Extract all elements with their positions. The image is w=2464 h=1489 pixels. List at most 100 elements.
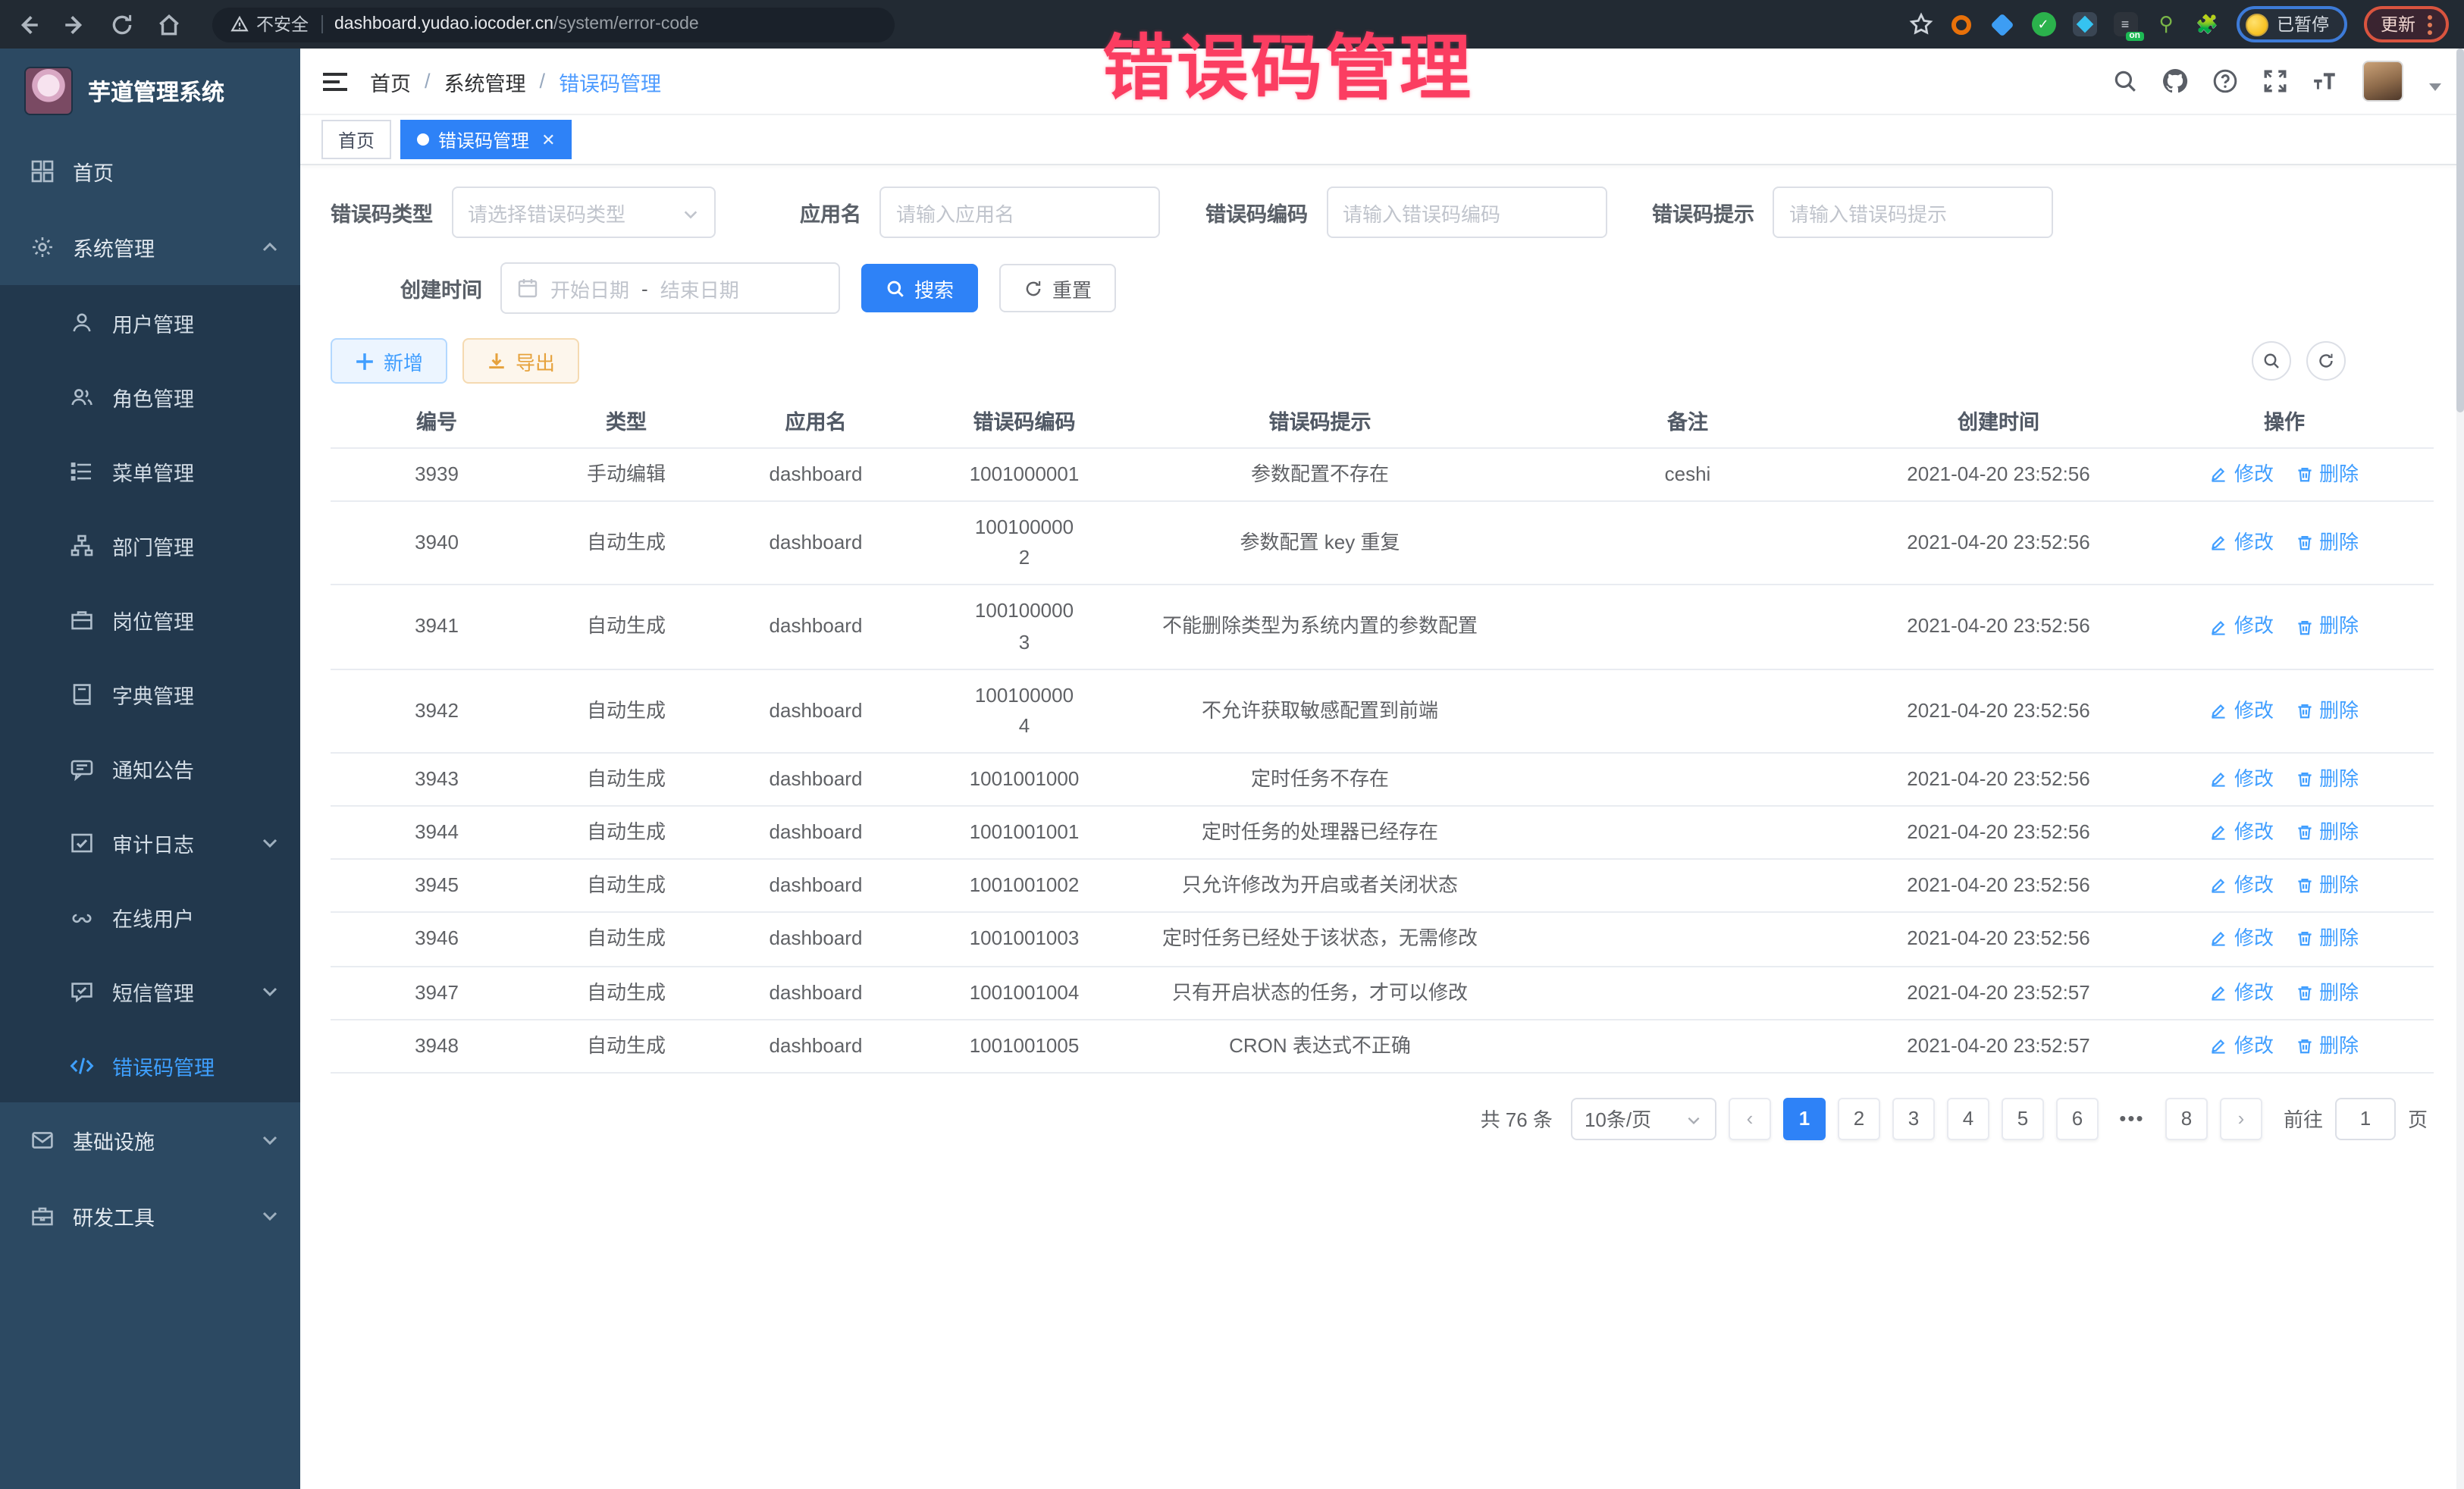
error-hint-input[interactable]: 请输入错误码提示 xyxy=(1773,187,2053,238)
table-row[interactable]: 3940自动生成dashboard100100000 2参数配置 key 重复2… xyxy=(331,502,2434,586)
table-row[interactable]: 3941自动生成dashboard100100000 3不能删除类型为系统内置的… xyxy=(331,586,2434,670)
sidebar-item-6[interactable]: 岗位管理 xyxy=(0,582,300,657)
table-row[interactable]: 3939手动编辑dashboard1001000001参数配置不存在ceshi2… xyxy=(331,449,2434,502)
tag-error-code[interactable]: 错误码管理 ✕ xyxy=(400,120,572,159)
breadcrumb-system[interactable]: 系统管理 xyxy=(444,66,526,96)
edit-link[interactable]: 修改 xyxy=(2210,764,2274,795)
home-icon[interactable] xyxy=(156,11,182,37)
sidebar-item-14[interactable]: 研发工具 xyxy=(0,1178,300,1254)
reload-icon[interactable] xyxy=(109,11,135,37)
sidebar-item-1[interactable]: 系统管理 xyxy=(0,209,300,285)
orange-ring-extension-icon[interactable] xyxy=(1949,12,1973,36)
sidebar-item-7[interactable]: 字典管理 xyxy=(0,657,300,731)
page-button-2[interactable]: 2 xyxy=(1838,1098,1880,1140)
table-row[interactable]: 3943自动生成dashboard1001001000定时任务不存在2021-0… xyxy=(331,754,2434,807)
sidebar-item-4[interactable]: 菜单管理 xyxy=(0,434,300,508)
date-start-input[interactable]: 开始日期 xyxy=(550,274,629,303)
table-row[interactable]: 3942自动生成dashboard100100000 4不允许获取敏感配置到前端… xyxy=(331,669,2434,754)
date-end-input[interactable]: 结束日期 xyxy=(660,274,739,303)
refresh-table-button[interactable] xyxy=(2306,341,2346,381)
browser-profile-badge[interactable]: 已暂停 xyxy=(2236,6,2347,42)
delete-link[interactable]: 删除 xyxy=(2295,612,2359,642)
tag-close-icon[interactable]: ✕ xyxy=(541,130,555,149)
green-circle-extension-icon[interactable]: ✓ xyxy=(2031,12,2055,36)
sidebar-item-0[interactable]: 首页 xyxy=(0,133,300,209)
app-logo-row[interactable]: 芋道管理系统 xyxy=(0,49,300,133)
scrollbar[interactable] xyxy=(2456,49,2464,1489)
table-row[interactable]: 3948自动生成dashboard1001001005CRON 表达式不正确20… xyxy=(331,1020,2434,1073)
page-button-6[interactable]: 6 xyxy=(2056,1098,2099,1140)
sidebar-item-12[interactable]: 错误码管理 xyxy=(0,1028,300,1102)
date-range-picker[interactable]: 开始日期 - 结束日期 xyxy=(500,262,840,314)
sidebar-item-2[interactable]: 用户管理 xyxy=(0,285,300,359)
prev-page-button[interactable]: ‹ xyxy=(1729,1098,1771,1140)
edit-link[interactable]: 修改 xyxy=(2210,871,2274,901)
sidebar-item-13[interactable]: 基础设施 xyxy=(0,1102,300,1178)
page-size-select[interactable]: 10条/页 xyxy=(1571,1098,1716,1140)
show-search-toggle-button[interactable] xyxy=(2252,341,2291,381)
page-button-8[interactable]: 8 xyxy=(2165,1098,2208,1140)
edit-link[interactable]: 修改 xyxy=(2210,977,2274,1008)
sidebar-item-8[interactable]: 通知公告 xyxy=(0,731,300,805)
browser-update-button[interactable]: 更新 xyxy=(2364,6,2449,42)
delete-link[interactable]: 删除 xyxy=(2295,977,2359,1008)
user-avatar[interactable] xyxy=(2362,61,2403,102)
github-icon[interactable] xyxy=(2162,68,2188,94)
search-button[interactable]: 搜索 xyxy=(861,264,978,312)
next-page-button[interactable]: › xyxy=(2220,1098,2262,1140)
table-row[interactable]: 3945自动生成dashboard1001001002只允许修改为开启或者关闭状… xyxy=(331,860,2434,914)
table-row[interactable]: 3946自动生成dashboard1001001003定时任务已经处于该状态，无… xyxy=(331,914,2434,967)
search-icon[interactable] xyxy=(2112,68,2138,94)
table-row[interactable]: 3947自动生成dashboard1001001004只有开启状态的任务，才可以… xyxy=(331,967,2434,1020)
export-button[interactable]: 导出 xyxy=(462,338,579,384)
page-button-5[interactable]: 5 xyxy=(2002,1098,2044,1140)
delete-link[interactable]: 删除 xyxy=(2295,871,2359,901)
table-row[interactable]: 3944自动生成dashboard1001001001定时任务的处理器已经存在2… xyxy=(331,807,2434,860)
edit-link[interactable]: 修改 xyxy=(2210,924,2274,955)
sidebar-item-11[interactable]: 短信管理 xyxy=(0,954,300,1028)
not-secure-warning[interactable]: 不安全 xyxy=(230,12,309,36)
sidebar-item-9[interactable]: 审计日志 xyxy=(0,805,300,879)
blue-gem-extension-icon[interactable] xyxy=(1990,12,2014,36)
goto-page-input[interactable]: 1 xyxy=(2335,1098,2396,1140)
fullscreen-icon[interactable] xyxy=(2262,68,2288,94)
address-bar[interactable]: 不安全 dashboard.yudao.iocoder.cn/system/er… xyxy=(212,7,895,42)
delete-link[interactable]: 删除 xyxy=(2295,764,2359,795)
edit-link[interactable]: 修改 xyxy=(2210,459,2274,490)
app-name-input[interactable]: 请输入应用名 xyxy=(879,187,1160,238)
delete-link[interactable]: 删除 xyxy=(2295,924,2359,955)
green-key-extension-icon[interactable]: ⚲ xyxy=(2154,12,2178,36)
back-icon[interactable] xyxy=(15,11,41,37)
delete-link[interactable]: 删除 xyxy=(2295,528,2359,558)
edit-link[interactable]: 修改 xyxy=(2210,1030,2274,1061)
page-button-4[interactable]: 4 xyxy=(1947,1098,1989,1140)
reset-button[interactable]: 重置 xyxy=(999,264,1116,312)
avatar-caret-down-icon[interactable] xyxy=(2428,74,2443,89)
breadcrumb-home[interactable]: 首页 xyxy=(370,66,411,96)
sidebar-item-5[interactable]: 部门管理 xyxy=(0,508,300,582)
font-size-icon[interactable] xyxy=(2312,68,2338,94)
bookmark-star-icon[interactable] xyxy=(1908,12,1933,36)
forward-icon[interactable] xyxy=(62,11,88,37)
delete-link[interactable]: 删除 xyxy=(2295,1030,2359,1061)
puzzle-extension-icon[interactable]: 🧩 xyxy=(2195,12,2219,36)
error-type-select[interactable]: 请选择错误码类型 xyxy=(451,187,715,238)
sidebar-item-3[interactable]: 角色管理 xyxy=(0,359,300,434)
hamburger-icon[interactable] xyxy=(321,67,349,95)
help-icon[interactable] xyxy=(2212,68,2238,94)
browser-menu-icon[interactable] xyxy=(2428,14,2432,34)
list-on-extension-icon[interactable]: on≡ xyxy=(2113,12,2137,36)
edit-link[interactable]: 修改 xyxy=(2210,528,2274,558)
blue-diamond-extension-icon[interactable] xyxy=(2072,12,2096,36)
error-code-input[interactable]: 请输入错误码编码 xyxy=(1326,187,1607,238)
add-button[interactable]: 新增 xyxy=(331,338,447,384)
edit-link[interactable]: 修改 xyxy=(2210,696,2274,726)
page-button-1[interactable]: 1 xyxy=(1783,1098,1826,1140)
delete-link[interactable]: 删除 xyxy=(2295,817,2359,848)
edit-link[interactable]: 修改 xyxy=(2210,612,2274,642)
delete-link[interactable]: 删除 xyxy=(2295,459,2359,490)
tag-home[interactable]: 首页 xyxy=(321,120,391,159)
delete-link[interactable]: 删除 xyxy=(2295,696,2359,726)
sidebar-item-10[interactable]: 在线用户 xyxy=(0,879,300,954)
edit-link[interactable]: 修改 xyxy=(2210,817,2274,848)
